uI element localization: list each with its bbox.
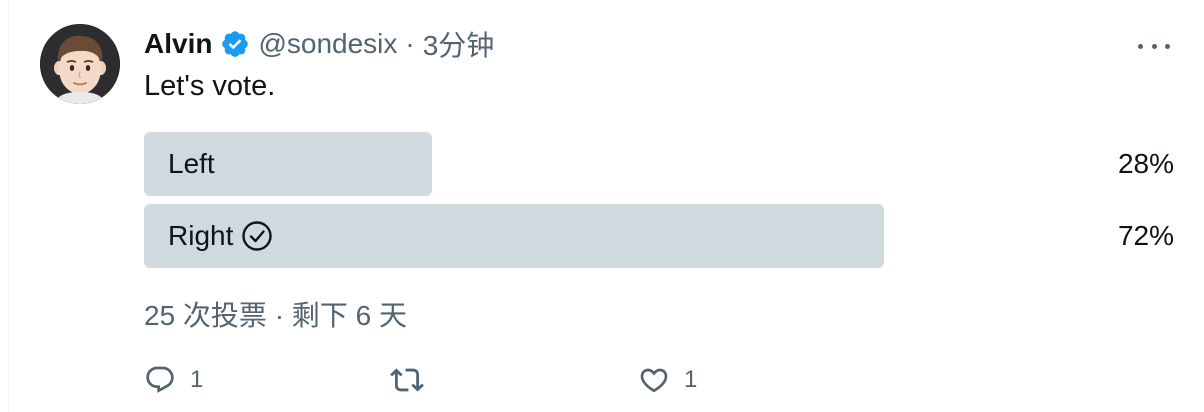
reply-icon	[144, 364, 176, 396]
retweet-icon	[390, 363, 424, 397]
poll-option-text: Right	[168, 220, 234, 251]
poll-meta: 25 次投票 · 剩下 6 天	[144, 300, 407, 331]
reply-button[interactable]: 1	[144, 356, 203, 404]
poll-option-percent: 28%	[1117, 148, 1174, 179]
more-dot	[1151, 43, 1157, 49]
like-count: 1	[684, 366, 698, 393]
check-circle-icon	[241, 220, 273, 252]
poll-option-left: Left 28%	[144, 132, 1174, 196]
author-handle[interactable]: @sondesix	[258, 28, 397, 60]
avatar[interactable]	[40, 24, 120, 104]
verified-badge-icon[interactable]	[220, 29, 250, 59]
tweet-header: Alvin @sondesix · 3分钟	[144, 24, 494, 64]
separator-dot: ·	[405, 28, 415, 59]
retweet-button[interactable]	[390, 356, 438, 404]
tweet-timestamp[interactable]: 3分钟	[423, 24, 495, 64]
poll-option-text: Left	[168, 148, 215, 179]
like-icon	[638, 364, 670, 396]
tweet-actions: 1 1	[144, 356, 744, 404]
more-dot	[1138, 43, 1143, 49]
poll-option-percent: 72%	[1117, 220, 1174, 251]
author-name[interactable]: Alvin	[144, 28, 212, 60]
more-options-icon[interactable]	[1138, 38, 1170, 54]
poll-option-label: Right	[168, 204, 273, 268]
more-dot	[1165, 43, 1170, 49]
left-divider	[8, 0, 9, 412]
poll-option-label: Left	[168, 132, 215, 196]
tweet-text: Let's vote.	[144, 70, 276, 102]
like-button[interactable]: 1	[638, 356, 697, 404]
reply-count: 1	[190, 366, 204, 393]
poll-option-right: Right 72%	[144, 204, 1174, 268]
